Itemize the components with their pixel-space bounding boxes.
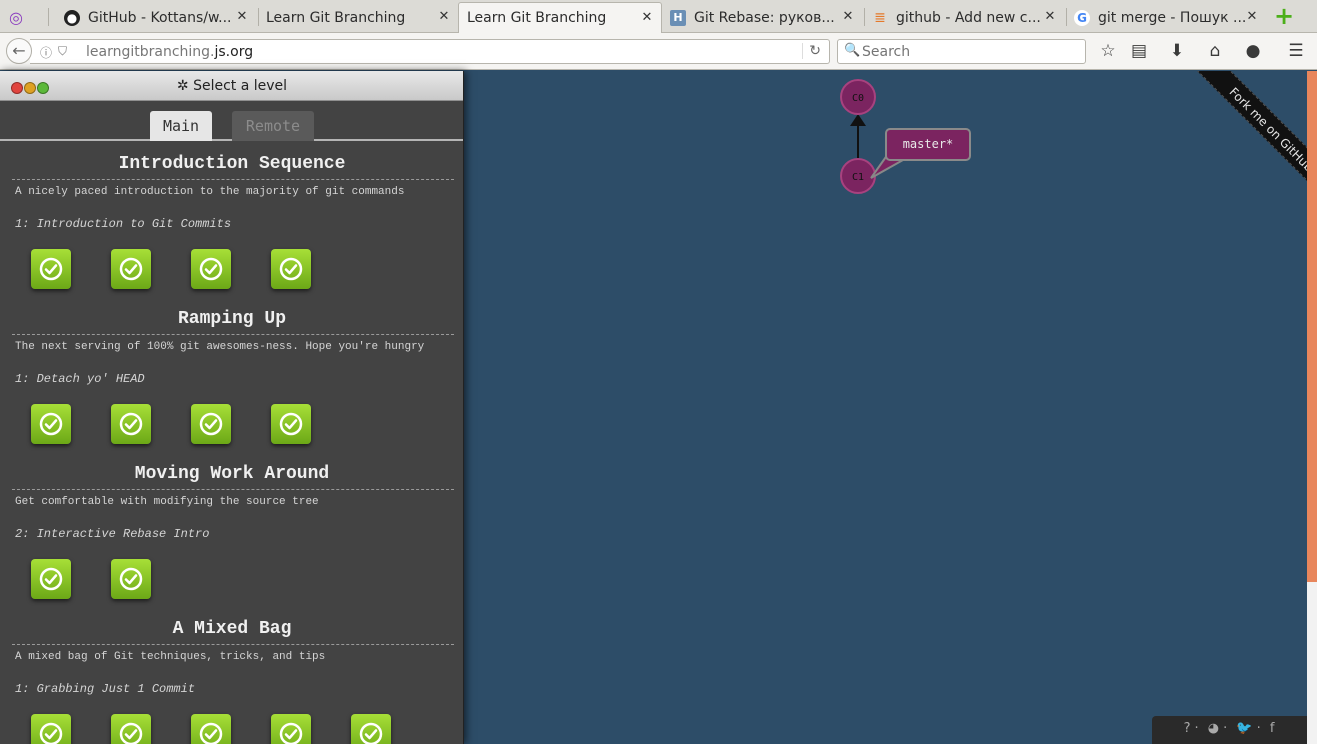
divider xyxy=(12,644,454,645)
tab-pinned[interactable]: ◎ xyxy=(0,2,45,33)
edge-arrow xyxy=(850,114,866,126)
level-tabs: Main Remote xyxy=(0,101,463,141)
commit-c1-label: C1 xyxy=(852,172,864,183)
current-level-label: 1: Grabbing Just 1 Commit xyxy=(15,682,196,696)
url-text[interactable]: learngitbranching.js.org xyxy=(86,44,253,60)
level-button[interactable] xyxy=(351,714,391,744)
h-icon: H xyxy=(670,9,686,26)
tab-github[interactable]: ● GitHub - Kottans/w... ✕ xyxy=(56,2,256,33)
level-button[interactable] xyxy=(31,559,71,599)
current-level-label: 1: Introduction to Git Commits xyxy=(15,217,232,231)
sequence-title: Introduction Sequence xyxy=(118,154,346,174)
sequence-title: Ramping Up xyxy=(177,309,287,329)
divider xyxy=(12,489,454,490)
current-level-label: 2: Interactive Rebase Intro xyxy=(15,527,210,541)
close-icon[interactable]: ✕ xyxy=(436,9,452,24)
facebook-icon[interactable]: f xyxy=(1270,721,1276,736)
navigation-bar: ⓘ ⛉ learngitbranching.js.org ↻ ← 🔍 ☆ ▤ ⬇… xyxy=(0,33,1317,70)
bookmark-star-icon[interactable]: ☆ xyxy=(1097,41,1119,63)
info-icon[interactable]: ⓘ xyxy=(40,44,52,61)
close-icon[interactable]: ✕ xyxy=(234,9,250,24)
reload-icon[interactable]: ↻ xyxy=(802,43,821,59)
search-input[interactable] xyxy=(862,42,1077,61)
tab-title: github - Add new c... xyxy=(896,9,1041,26)
sequence-title: A Mixed Bag xyxy=(172,619,292,639)
stackoverflow-icon: ≣ xyxy=(874,9,886,26)
level-button[interactable] xyxy=(271,404,311,444)
divider xyxy=(12,179,454,180)
tab-stackoverflow[interactable]: ≣ github - Add new c... ✕ xyxy=(864,2,1064,33)
tab-remote[interactable]: Remote xyxy=(232,111,314,141)
level-button[interactable] xyxy=(271,249,311,289)
lightbulb-icon[interactable]: ● xyxy=(1242,41,1264,63)
sequence-description: The next serving of 100% git awesomes-ne… xyxy=(15,341,425,353)
tab-google[interactable]: G git merge - Пошук ... ✕ xyxy=(1066,2,1266,33)
tab-learn-git-active[interactable]: Learn Git Branching ✕ xyxy=(458,2,662,33)
new-tab-button[interactable]: + xyxy=(1272,4,1296,29)
level-button[interactable] xyxy=(31,714,71,744)
sequence-description: Get comfortable with modifying the sourc… xyxy=(15,496,319,508)
google-icon: G xyxy=(1074,9,1090,26)
divider xyxy=(12,334,454,335)
help-icon[interactable]: ? xyxy=(1184,721,1192,736)
tab-main[interactable]: Main xyxy=(150,111,212,141)
sequence-title: Moving Work Around xyxy=(134,464,330,484)
tab-title: git merge - Пошук ... xyxy=(1098,9,1247,26)
level-button[interactable] xyxy=(31,249,71,289)
tab-title: Git Rebase: руков... xyxy=(694,9,835,26)
close-icon[interactable]: ✕ xyxy=(1244,9,1260,24)
fork-me-ribbon[interactable]: Fork me on GitHub xyxy=(1175,71,1307,226)
reading-list-icon[interactable]: ▤ xyxy=(1128,41,1150,63)
close-icon[interactable]: ✕ xyxy=(1042,9,1058,24)
level-button[interactable] xyxy=(191,714,231,744)
search-icon: 🔍 xyxy=(844,43,861,58)
panel-titlebar: ✲ Select a level xyxy=(0,71,463,101)
tab-title: GitHub - Kottans/w... xyxy=(88,9,232,26)
menu-icon[interactable]: ☰ xyxy=(1285,41,1307,63)
current-level-label: 1: Detach yo' HEAD xyxy=(15,372,145,386)
back-button[interactable]: ← xyxy=(6,38,32,64)
level-button[interactable] xyxy=(31,404,71,444)
branch-master-label: master* xyxy=(903,137,954,151)
globe-icon[interactable]: ◕ xyxy=(1208,721,1220,736)
url-bar[interactable]: ⓘ ⛉ learngitbranching.js.org ↻ xyxy=(30,39,830,64)
sequence-description: A nicely paced introduction to the major… xyxy=(15,186,405,198)
level-button[interactable] xyxy=(191,249,231,289)
level-button[interactable] xyxy=(111,249,151,289)
tab-title: Learn Git Branching xyxy=(266,9,406,26)
level-button[interactable] xyxy=(111,404,151,444)
shield-icon[interactable]: ⛉ xyxy=(58,44,67,59)
commit-c0-label: C0 xyxy=(852,93,864,104)
footer-icons: ? · ◕ · 🐦 · f xyxy=(1152,716,1307,744)
scrollbar-thumb[interactable] xyxy=(1307,71,1317,582)
scrollbar[interactable] xyxy=(1307,71,1317,744)
sequence-description: A mixed bag of Git techniques, tricks, a… xyxy=(15,651,326,663)
level-button[interactable] xyxy=(191,404,231,444)
level-button[interactable] xyxy=(271,714,311,744)
search-bar[interactable]: 🔍 xyxy=(837,39,1086,64)
level-select-panel: ✲ Select a level Main Remote Introductio… xyxy=(0,71,464,744)
github-icon: ● xyxy=(64,9,80,26)
panel-title: ✲ Select a level xyxy=(176,78,288,94)
close-icon[interactable]: ✕ xyxy=(639,10,655,25)
tab-title: Learn Git Branching xyxy=(467,10,607,26)
browser-tab-strip: ◎ ● GitHub - Kottans/w... ✕ Learn Git Br… xyxy=(0,0,1317,33)
download-icon[interactable]: ⬇ xyxy=(1166,41,1188,63)
tab-learn-git-1[interactable]: Learn Git Branching ✕ xyxy=(258,2,458,33)
fork-ribbon-container: Fork me on GitHub xyxy=(1127,71,1307,251)
home-icon[interactable]: ⌂ xyxy=(1204,41,1226,63)
level-button[interactable] xyxy=(111,559,151,599)
mask-icon: ◎ xyxy=(9,8,23,27)
tab-git-rebase[interactable]: H Git Rebase: руков... ✕ xyxy=(662,2,862,33)
twitter-icon[interactable]: 🐦 xyxy=(1236,721,1253,736)
close-icon[interactable]: ✕ xyxy=(840,9,856,24)
level-button[interactable] xyxy=(111,714,151,744)
